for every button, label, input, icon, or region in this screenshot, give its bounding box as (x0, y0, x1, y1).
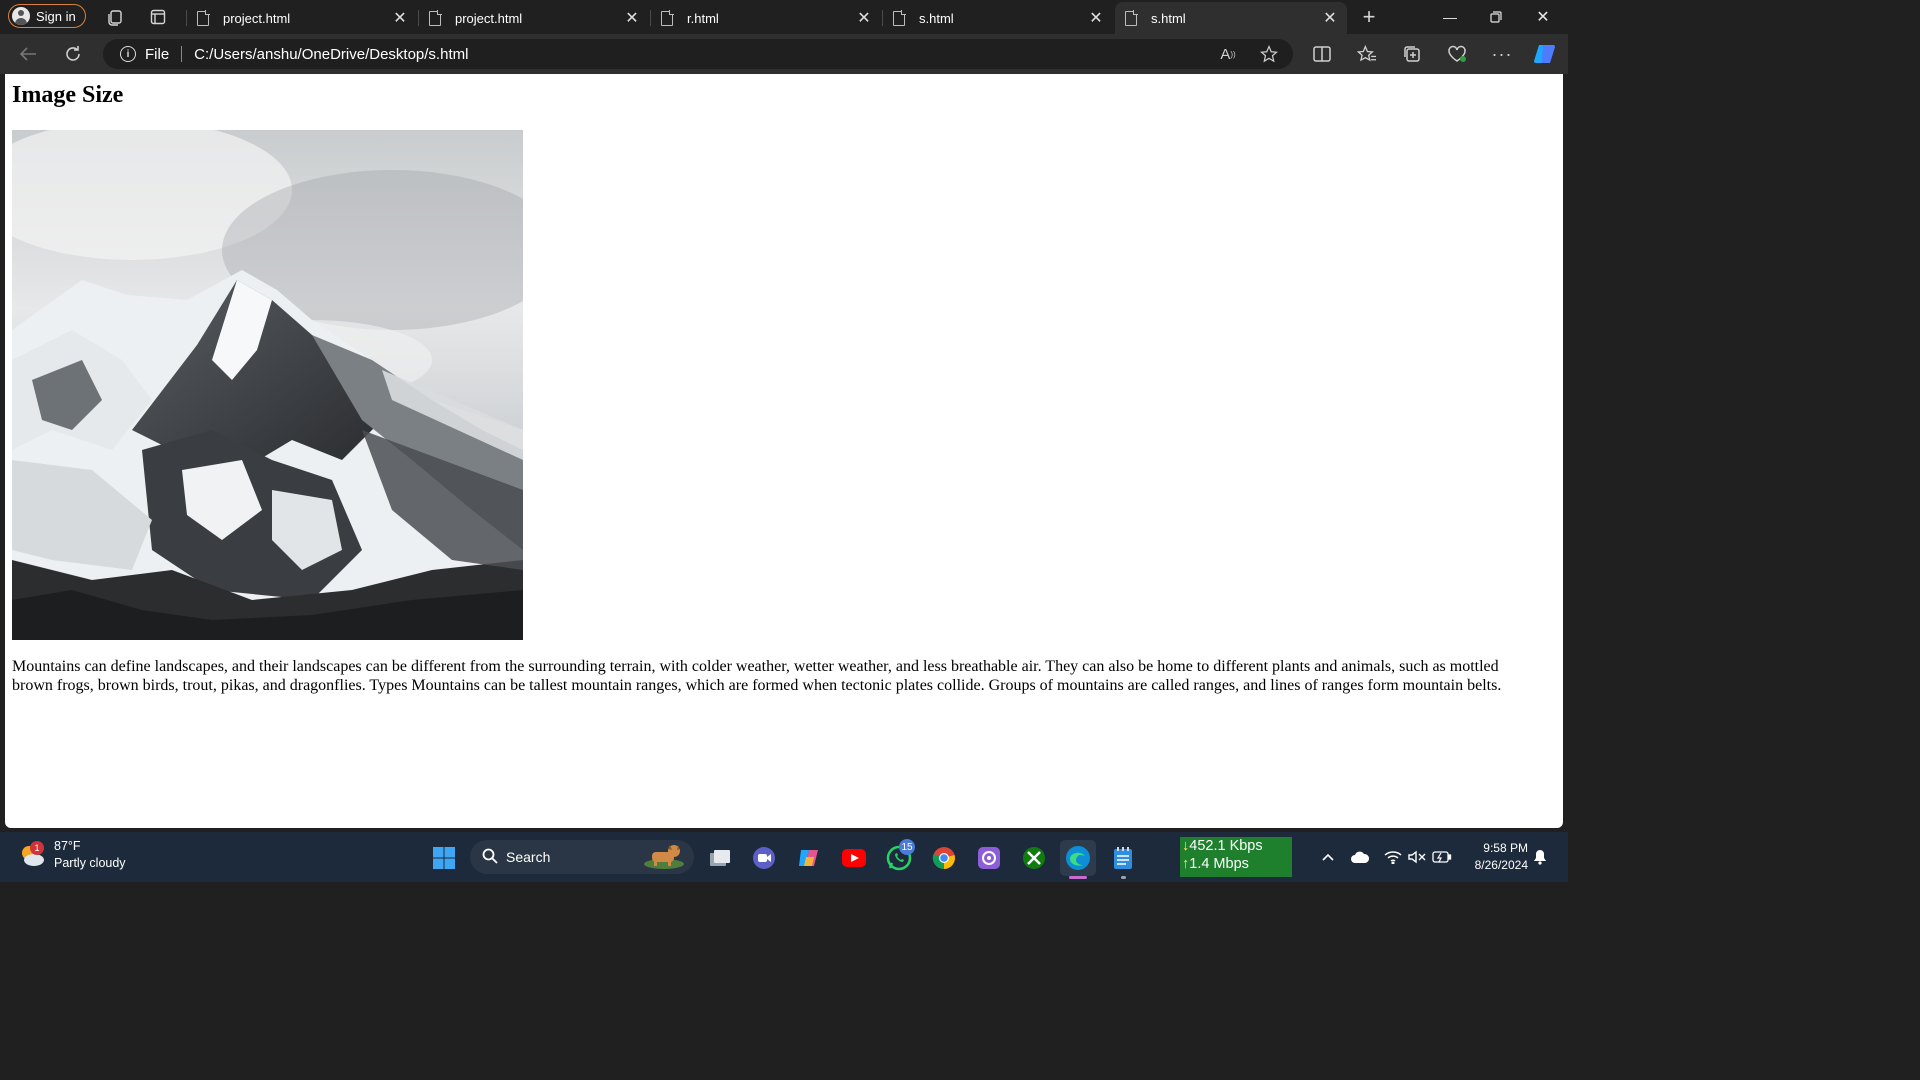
upload-speed: ↑1.4 Mbps (1182, 856, 1249, 872)
tab-title: project.html (455, 10, 523, 26)
search-label: Search (506, 849, 551, 865)
address-bar[interactable]: i File C:/Users/anshu/OneDrive/Desktop/s… (103, 39, 1293, 69)
notifications-bell-icon[interactable] (1530, 849, 1550, 865)
open-app-indicator (1121, 876, 1126, 879)
document-icon (429, 10, 442, 26)
tab-close-icon[interactable]: ✕ (391, 8, 409, 28)
taskbar-search[interactable]: Search (470, 840, 694, 874)
volume-muted-icon[interactable] (1407, 849, 1427, 865)
whatsapp-badge: 15 (899, 839, 915, 855)
more-options-icon[interactable]: ··· (1488, 40, 1516, 68)
back-arrow-icon[interactable] (14, 40, 42, 68)
show-hidden-icons-chevron-icon[interactable] (1318, 849, 1338, 865)
url-text[interactable]: C:/Users/anshu/OneDrive/Desktop/s.html (194, 46, 468, 63)
start-button[interactable] (426, 840, 462, 876)
tab-s-active[interactable]: s.html ✕ (1115, 2, 1347, 34)
sign-in-button[interactable]: Sign in (8, 4, 86, 28)
chrome-icon[interactable] (926, 840, 962, 876)
mountain-image (12, 130, 523, 640)
xbox-icon[interactable] (1016, 840, 1052, 876)
document-icon (197, 10, 210, 26)
close-window-icon[interactable]: ✕ (1520, 0, 1566, 34)
read-aloud-icon[interactable]: A)) (1214, 40, 1242, 68)
browser-essentials-icon[interactable] (1443, 40, 1471, 68)
new-tab-icon[interactable]: + (1358, 4, 1380, 29)
split-screen-icon[interactable] (1308, 40, 1336, 68)
workspaces-icon[interactable] (104, 6, 126, 28)
tab-project-1[interactable]: project.html ✕ (187, 2, 417, 34)
youtube-icon[interactable] (836, 840, 872, 876)
minimize-icon[interactable]: — (1427, 0, 1473, 34)
weather-widget[interactable]: 1 87°F Partly cloudy (18, 838, 126, 872)
refresh-icon[interactable] (59, 40, 87, 68)
document-icon (893, 10, 906, 26)
search-highlight-icon (642, 842, 686, 873)
search-icon (482, 848, 498, 867)
tab-close-icon[interactable]: ✕ (1321, 8, 1339, 28)
system-clock[interactable]: 9:58 PM 8/26/2024 (1462, 840, 1528, 874)
sign-in-label: Sign in (36, 8, 76, 24)
clock-time: 9:58 PM (1483, 841, 1528, 855)
teams-meet-icon[interactable] (746, 840, 782, 876)
tab-r[interactable]: r.html ✕ (651, 2, 881, 34)
page-paragraph: Mountains can define landscapes, and the… (12, 658, 1502, 694)
page-viewport: Image Size Mountains can define landscap… (5, 74, 1563, 828)
scheme-label: File (145, 45, 170, 63)
partly-cloudy-icon: 1 (18, 841, 46, 869)
weather-temp: 87°F (54, 839, 81, 853)
tab-close-icon[interactable]: ✕ (1087, 8, 1105, 28)
copilot-taskbar-icon[interactable] (791, 840, 827, 876)
notepad-icon[interactable] (1105, 840, 1141, 879)
tab-title: s.html (919, 10, 954, 26)
weather-condition: Partly cloudy (54, 856, 126, 870)
wifi-icon[interactable] (1383, 849, 1403, 865)
network-speed-widget: ↓452.1 Kbps ↑1.4 Mbps (1180, 837, 1292, 877)
onedrive-cloud-icon[interactable] (1350, 849, 1370, 865)
tab-actions-icon[interactable] (147, 6, 169, 28)
page-title: Image Size (12, 82, 124, 108)
tab-close-icon[interactable]: ✕ (623, 8, 641, 28)
battery-charging-icon[interactable] (1432, 849, 1452, 865)
collections-icon[interactable] (1398, 40, 1426, 68)
tab-close-icon[interactable]: ✕ (855, 8, 873, 28)
tab-title: s.html (1151, 10, 1186, 26)
active-app-indicator (1069, 876, 1087, 879)
address-divider (181, 46, 183, 62)
tab-title: r.html (687, 10, 719, 26)
tab-project-2[interactable]: project.html ✕ (419, 2, 649, 34)
document-icon (661, 10, 674, 26)
document-icon (1125, 10, 1138, 26)
download-speed: ↓452.1 Kbps (1182, 838, 1263, 854)
site-info-icon[interactable]: i (120, 46, 136, 62)
copilot-icon[interactable] (1531, 40, 1559, 68)
app-icon-purple[interactable] (971, 840, 1007, 876)
weather-alert-badge: 1 (30, 841, 44, 855)
favorite-star-icon[interactable] (1255, 40, 1283, 68)
clock-date: 8/26/2024 (1474, 858, 1528, 872)
favorites-icon[interactable] (1353, 40, 1381, 68)
task-view-icon[interactable] (702, 840, 738, 876)
restore-icon[interactable] (1473, 0, 1519, 34)
whatsapp-icon[interactable]: 15 (881, 839, 917, 876)
tab-s[interactable]: s.html ✕ (883, 2, 1113, 34)
profile-avatar-icon (12, 7, 30, 25)
tab-title: project.html (223, 10, 291, 26)
edge-icon[interactable] (1060, 840, 1096, 879)
